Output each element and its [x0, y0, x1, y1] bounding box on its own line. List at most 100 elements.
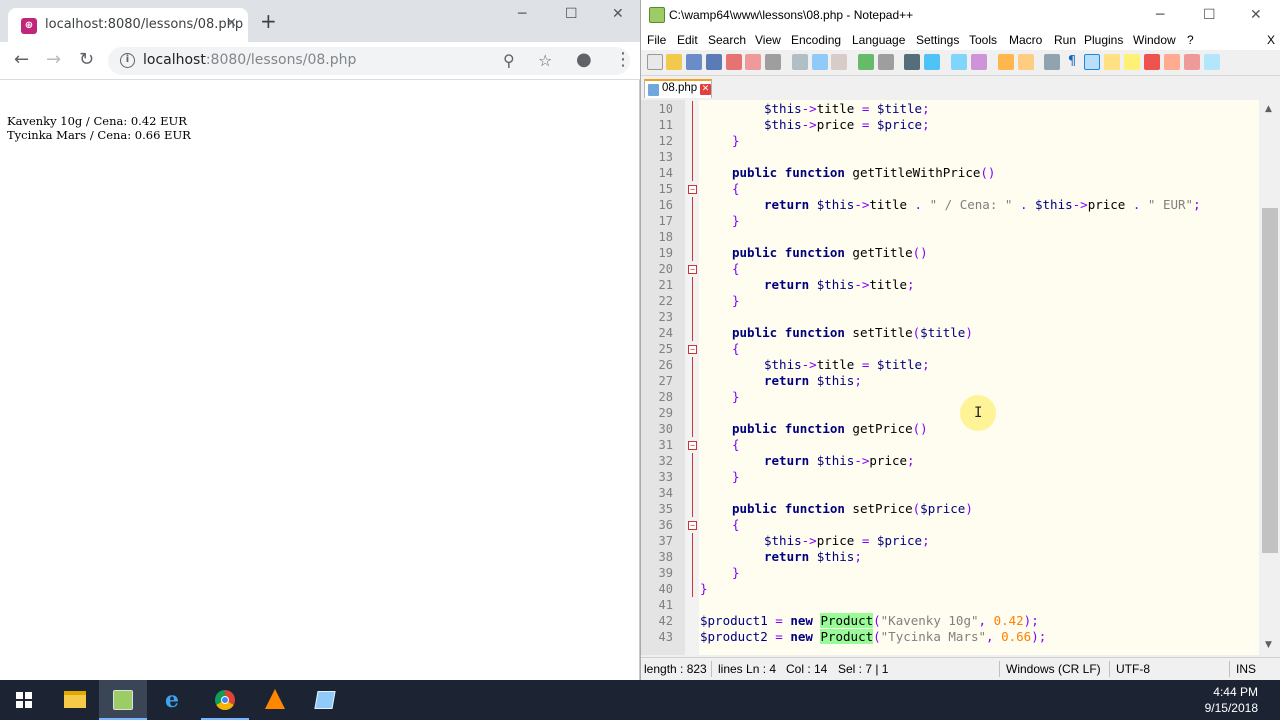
- scrollbar-thumb[interactable]: [1262, 208, 1278, 553]
- line-number: 27: [658, 374, 673, 388]
- copy-icon[interactable]: [812, 54, 828, 70]
- code-line: 21 return $this->title;: [641, 277, 1259, 293]
- maximize-icon[interactable]: ☐: [565, 6, 578, 22]
- fold-toggle-icon[interactable]: −: [688, 441, 697, 450]
- close-all-icon[interactable]: [745, 54, 761, 70]
- close-tab-icon[interactable]: ✕: [226, 16, 237, 31]
- code-text: }: [732, 213, 740, 228]
- maximize-icon[interactable]: ☐: [1203, 7, 1216, 23]
- bookmark-star-icon[interactable]: ☆: [538, 51, 552, 70]
- code-text: }: [732, 133, 740, 148]
- new-tab-icon[interactable]: +: [260, 11, 277, 31]
- file-tab[interactable]: 08.php ✕: [644, 79, 712, 98]
- fold-toggle-icon[interactable]: −: [688, 185, 697, 194]
- system-clock[interactable]: 4:44 PM 9/15/2018: [1205, 684, 1258, 716]
- close-file-icon[interactable]: [726, 54, 742, 70]
- close-window-icon[interactable]: ✕: [1250, 7, 1262, 23]
- menu-view[interactable]: View: [755, 33, 781, 47]
- code-line: 14 public function getTitleWithPrice(): [641, 165, 1259, 181]
- code-line: 37 $this->price = $price;: [641, 533, 1259, 549]
- fold-toggle-icon[interactable]: −: [688, 521, 697, 530]
- line-number: 19: [658, 246, 673, 260]
- browser-tab[interactable]: ⊕ localhost:8080/lessons/08.php ✕: [8, 8, 248, 42]
- line-number: 25: [658, 342, 673, 356]
- reload-icon[interactable]: ↻: [79, 51, 94, 69]
- vertical-scrollbar[interactable]: ▲ ▼: [1259, 100, 1280, 655]
- code-text: $this->title = $title;: [764, 357, 930, 372]
- taskbar-vlc[interactable]: [251, 680, 299, 720]
- code-text: {: [732, 517, 740, 532]
- scroll-up-icon[interactable]: ▲: [1265, 104, 1272, 114]
- menu-language[interactable]: Language: [852, 33, 905, 47]
- indent-guide-icon[interactable]: [1084, 54, 1100, 70]
- find-icon[interactable]: [904, 54, 920, 70]
- page-output: Kavenky 10g / Cena: 0.42 EUR Tycinka Mar…: [7, 114, 191, 142]
- taskbar-notepad-plus-plus[interactable]: [99, 680, 147, 720]
- fold-guide: [692, 197, 693, 213]
- taskbar-chrome[interactable]: [201, 680, 249, 720]
- menu-run[interactable]: Run: [1054, 33, 1076, 47]
- menu-edit[interactable]: Edit: [677, 33, 698, 47]
- zoom-out-icon[interactable]: [971, 54, 987, 70]
- taskbar-app[interactable]: [301, 680, 349, 720]
- print-icon[interactable]: [765, 54, 781, 70]
- code-line: 35 public function setPrice($price): [641, 501, 1259, 517]
- fold-toggle-icon[interactable]: −: [688, 265, 697, 274]
- undo-icon[interactable]: [858, 54, 874, 70]
- fold-guide: [692, 373, 693, 389]
- save-all-icon[interactable]: [706, 54, 722, 70]
- menu-macro[interactable]: Macro: [1009, 33, 1042, 47]
- minimize-icon[interactable]: ─: [518, 6, 526, 22]
- fold-guide: [692, 565, 693, 581]
- user-language-icon[interactable]: [1104, 54, 1120, 70]
- fold-guide: [692, 533, 693, 549]
- menu-search[interactable]: Search: [708, 33, 746, 47]
- fold-toggle-icon[interactable]: −: [688, 345, 697, 354]
- paste-icon[interactable]: [831, 54, 847, 70]
- record-macro-icon[interactable]: [1184, 54, 1200, 70]
- info-icon[interactable]: i: [120, 53, 135, 68]
- redo-icon[interactable]: [878, 54, 894, 70]
- menu-plugins[interactable]: Plugins: [1084, 33, 1123, 47]
- code-text: return $this->title . " / Cena: " . $thi…: [764, 197, 1201, 212]
- show-all-chars-icon[interactable]: ¶: [1064, 54, 1080, 70]
- taskbar-file-explorer[interactable]: [51, 680, 99, 720]
- start-button[interactable]: [0, 680, 48, 720]
- minimize-icon[interactable]: ─: [1156, 7, 1164, 23]
- menu-file[interactable]: File: [647, 33, 666, 47]
- code-editor[interactable]: 10 $this->title = $title; 11 $this->price =…: [641, 100, 1280, 655]
- taskbar-edge[interactable]: e: [151, 680, 199, 720]
- menu-settings[interactable]: Settings: [916, 33, 959, 47]
- close-window-icon[interactable]: ✕: [612, 6, 624, 22]
- menu-close-doc[interactable]: X: [1267, 33, 1275, 47]
- monitoring-icon[interactable]: [1204, 54, 1220, 70]
- back-icon[interactable]: ←: [14, 51, 29, 69]
- function-list-icon[interactable]: [1144, 54, 1160, 70]
- close-tab-icon[interactable]: ✕: [700, 84, 711, 95]
- sync-horizontal-icon[interactable]: [1018, 54, 1034, 70]
- zoom-icon[interactable]: ⚲: [503, 51, 515, 70]
- fold-guide: [692, 581, 693, 597]
- menu-tools[interactable]: Tools: [969, 33, 997, 47]
- new-file-icon[interactable]: [647, 54, 663, 70]
- save-icon[interactable]: [686, 54, 702, 70]
- address-bar[interactable]: i localhost:8080/lessons/08.php ⚲ ☆: [108, 47, 630, 75]
- sync-vertical-icon[interactable]: [998, 54, 1014, 70]
- code-text: {: [732, 261, 740, 276]
- open-file-icon[interactable]: [666, 54, 682, 70]
- zoom-in-icon[interactable]: [951, 54, 967, 70]
- code-line: 15 − {: [641, 181, 1259, 197]
- forward-icon[interactable]: →: [46, 51, 61, 69]
- cut-icon[interactable]: [792, 54, 808, 70]
- menu-window[interactable]: Window: [1133, 33, 1176, 47]
- doc-map-icon[interactable]: [1124, 54, 1140, 70]
- menu-help[interactable]: ?: [1187, 33, 1194, 47]
- account-icon[interactable]: ●: [576, 51, 592, 69]
- menu-icon[interactable]: ⋮: [614, 51, 632, 69]
- menu-encoding[interactable]: Encoding: [791, 33, 841, 47]
- replace-icon[interactable]: [924, 54, 940, 70]
- clock-time: 4:44 PM: [1213, 685, 1258, 699]
- word-wrap-icon[interactable]: [1044, 54, 1060, 70]
- folder-workspace-icon[interactable]: [1164, 54, 1180, 70]
- scroll-down-icon[interactable]: ▼: [1265, 640, 1272, 650]
